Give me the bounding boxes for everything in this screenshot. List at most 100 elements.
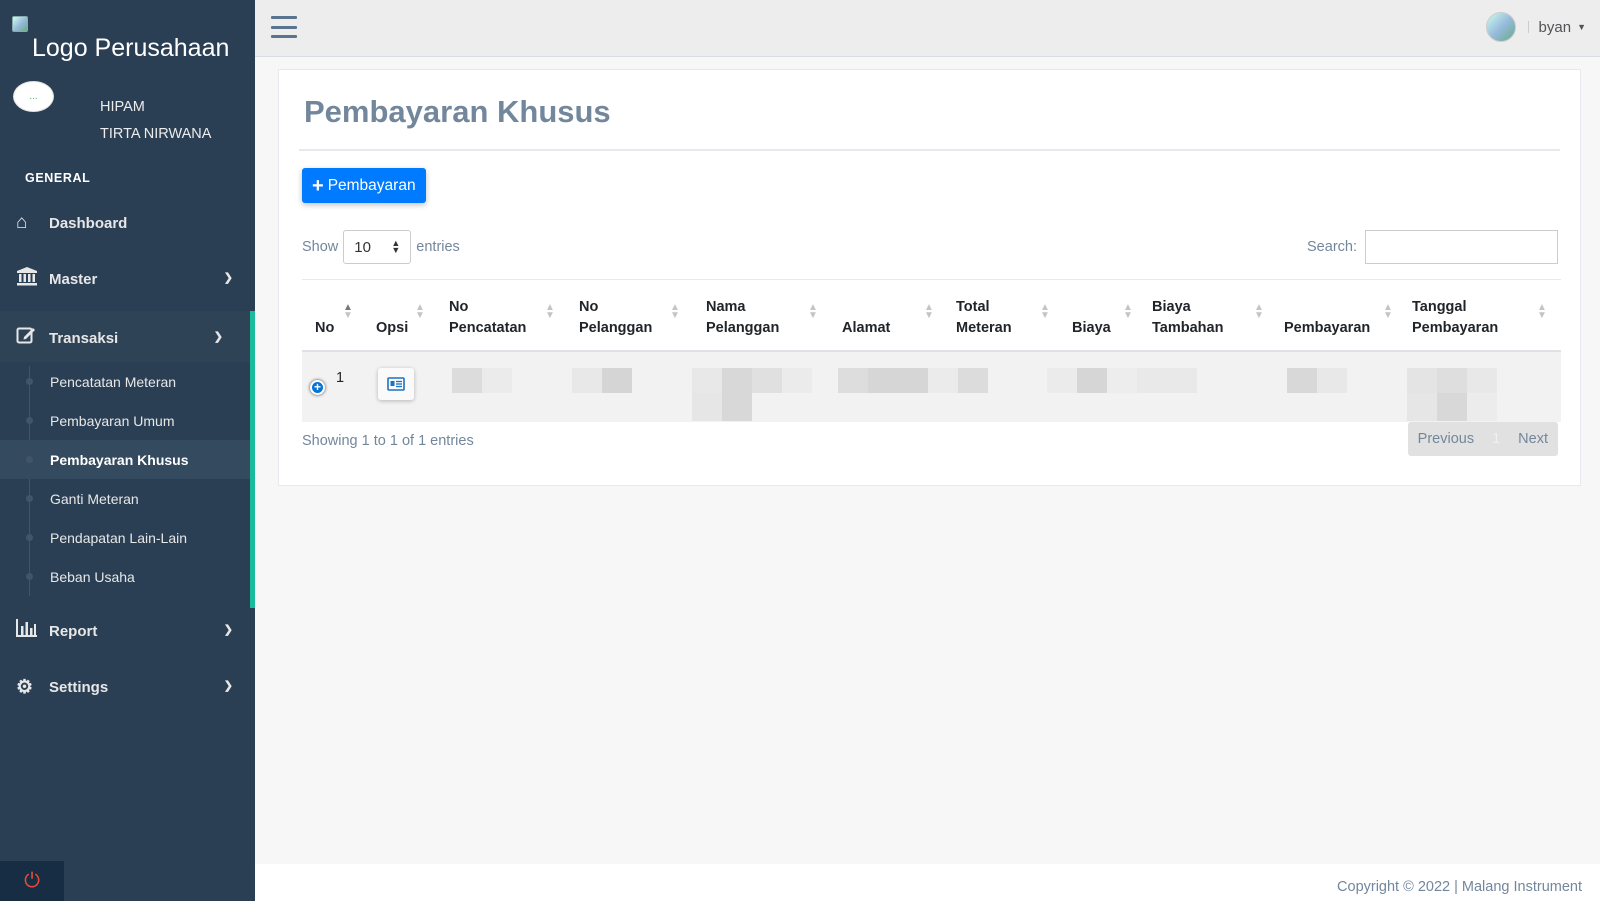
column-header-alamat[interactable]: Alamat ▲ ▼ — [842, 280, 934, 353]
column-header-line1: Nama — [706, 299, 746, 315]
redacted-cell — [722, 393, 752, 421]
redacted-cell — [838, 368, 868, 393]
column-header-no[interactable]: No ▲ ▼ — [315, 280, 353, 353]
detail-button[interactable] — [378, 368, 414, 400]
sort-icon: ▲ ▼ — [545, 302, 555, 321]
sidebar-item-dashboard[interactable]: ⌂ Dashboard — [0, 196, 255, 250]
divider — [299, 149, 1560, 151]
next-button[interactable]: Next — [1508, 431, 1558, 447]
hamburger-icon-bar — [271, 16, 297, 19]
redacted-cell — [482, 368, 512, 393]
bullet-icon — [26, 573, 33, 580]
column-header-biaya[interactable]: Biaya ▲ ▼ — [1072, 280, 1133, 353]
column-header-no-pencatatan[interactable]: No Pencatatan ▲ ▼ — [449, 280, 555, 353]
redacted-cell — [1467, 368, 1497, 393]
column-header-biaya-tambahan[interactable]: Biaya Tambahan ▲ ▼ — [1152, 280, 1264, 353]
column-header-line2: Pembayaran — [1284, 320, 1371, 336]
select-arrows-icon: ▲ ▼ — [391, 238, 401, 255]
column-header-no-pelanggan[interactable]: No Pelanggan ▲ ▼ — [579, 280, 680, 353]
submenu-item-label: Beban Usaha — [50, 568, 135, 585]
gears-icon: ⚙ — [16, 676, 34, 698]
add-payment-button[interactable]: + Pembayaran — [302, 168, 426, 203]
redacted-cell — [692, 393, 722, 421]
redacted-cell — [1077, 368, 1107, 393]
column-header-pembayaran[interactable]: Pembayaran ▲ ▼ — [1284, 280, 1393, 353]
hamburger-icon-bar — [271, 25, 297, 29]
submenu-item-label: Pembayaran Umum — [50, 412, 175, 429]
sidebar-item-label: Transaksi — [49, 329, 119, 347]
table-row[interactable]: + 1 — [302, 352, 1561, 422]
sidebar-item-label: Report — [49, 622, 98, 640]
table-info: Showing 1 to 1 of 1 entries — [302, 433, 474, 449]
bullet-icon — [26, 495, 33, 502]
redacted-cell — [928, 368, 958, 393]
submenu-item-pembayaran-khusus[interactable]: Pembayaran Khusus — [0, 440, 250, 479]
submenu-item-label: Pencatatan Meteran — [50, 373, 177, 390]
sidebar-item-label: Dashboard — [49, 214, 128, 232]
column-header-line2: Pelanggan — [706, 320, 780, 336]
chevron-down-icon: ❯ — [223, 624, 233, 636]
footer: Copyright © 2022 | Malang Instrument — [255, 864, 1600, 901]
column-header-tanggal-pembayaran[interactable]: Tanggal Pembayaran ▲ ▼ — [1412, 280, 1547, 353]
column-header-line1: Total — [956, 299, 990, 315]
entries-length: Show 10 ▲ ▼ entries — [302, 230, 460, 264]
redacted-cell — [572, 368, 602, 393]
redacted-cell — [1137, 368, 1197, 393]
page-button[interactable]: 1 — [1484, 431, 1508, 447]
sort-icon: ▲ ▼ — [1537, 302, 1547, 321]
sidebar-item-transaksi[interactable]: Transaksi ❯ — [0, 311, 255, 365]
bullet-icon — [26, 378, 33, 385]
entries-select-value: 10 — [354, 238, 371, 256]
column-header-line1: Tanggal — [1412, 299, 1467, 315]
submenu-item-pendapatan-lain-lain[interactable]: Pendapatan Lain-Lain — [0, 518, 250, 557]
profile-name: HIPAM TIRTA NIRWANA — [100, 94, 211, 148]
redacted-cell — [692, 368, 722, 393]
profile-name-line2: TIRTA NIRWANA — [100, 126, 212, 142]
sidebar-item-label: Master — [49, 270, 98, 288]
column-header-line2: Pelanggan — [579, 320, 653, 336]
sort-icon: ▲ ▼ — [1040, 302, 1050, 321]
submenu-item-pencatatan-meteran[interactable]: Pencatatan Meteran — [0, 362, 250, 401]
sidebar-item-report[interactable]: Report ❯ — [0, 604, 255, 658]
column-header-opsi[interactable]: Opsi ▲ ▼ — [376, 280, 425, 353]
bullet-icon — [26, 417, 33, 424]
redacted-cell — [1107, 368, 1137, 393]
company-logo[interactable]: Logo Perusahaan — [12, 16, 229, 63]
column-header-total-meteran[interactable]: Total Meteran ▲ ▼ — [956, 280, 1050, 353]
redacted-cell — [722, 368, 752, 393]
submenu-item-pembayaran-umum[interactable]: Pembayaran Umum — [0, 401, 250, 440]
column-header-line2: No — [315, 320, 335, 336]
divider — [1527, 21, 1529, 33]
sidebar-item-settings[interactable]: ⚙ Settings ❯ — [0, 660, 255, 714]
column-header-line1: Biaya — [1152, 299, 1191, 315]
add-payment-label: Pembayaran — [327, 176, 416, 194]
plus-icon: + — [312, 174, 324, 197]
submenu-item-ganti-meteran[interactable]: Ganti Meteran — [0, 479, 250, 518]
sort-icon: ▲ ▼ — [1383, 302, 1393, 321]
search-input[interactable] — [1365, 230, 1558, 264]
entries-label: entries — [416, 239, 460, 255]
logout-button[interactable]: ⏻ — [0, 861, 64, 901]
hamburger-icon-bar — [271, 35, 297, 38]
topbar: byan ▼ — [255, 0, 1600, 57]
sidebar-item-label: Settings — [49, 678, 109, 696]
data-table: No ▲ ▼ Opsi ▲ ▼ No Pencatatan ▲ ▼ No Pelangga… — [302, 279, 1561, 422]
redacted-cell — [1317, 368, 1347, 393]
copyright-text: Copyright © 2022 | Malang Instrument — [1337, 879, 1582, 895]
page-title: Pembayaran Khusus — [304, 94, 611, 129]
submenu-item-label: Pembayaran Khusus — [50, 451, 189, 468]
sidebar-item-master[interactable]: Master ❯ — [0, 252, 255, 306]
previous-button[interactable]: Previous — [1408, 431, 1484, 447]
redacted-cell — [1437, 368, 1467, 393]
user-name: byan — [1538, 18, 1572, 36]
column-header-nama-pelanggan[interactable]: Nama Pelanggan ▲ ▼ — [706, 280, 818, 353]
entries-select[interactable]: 10 ▲ ▼ — [343, 230, 412, 264]
sort-icon: ▲ ▼ — [1123, 302, 1133, 321]
menu-toggle-button[interactable] — [271, 16, 297, 38]
expand-row-button[interactable]: + — [310, 380, 325, 395]
content-panel: Pembayaran Khusus + Pembayaran Show 10 ▲… — [278, 69, 1581, 486]
column-header-line2: Alamat — [842, 320, 891, 336]
redacted-cell — [452, 368, 482, 393]
user-menu[interactable]: byan ▼ — [1485, 12, 1586, 42]
submenu-item-beban-usaha[interactable]: Beban Usaha — [0, 557, 250, 596]
